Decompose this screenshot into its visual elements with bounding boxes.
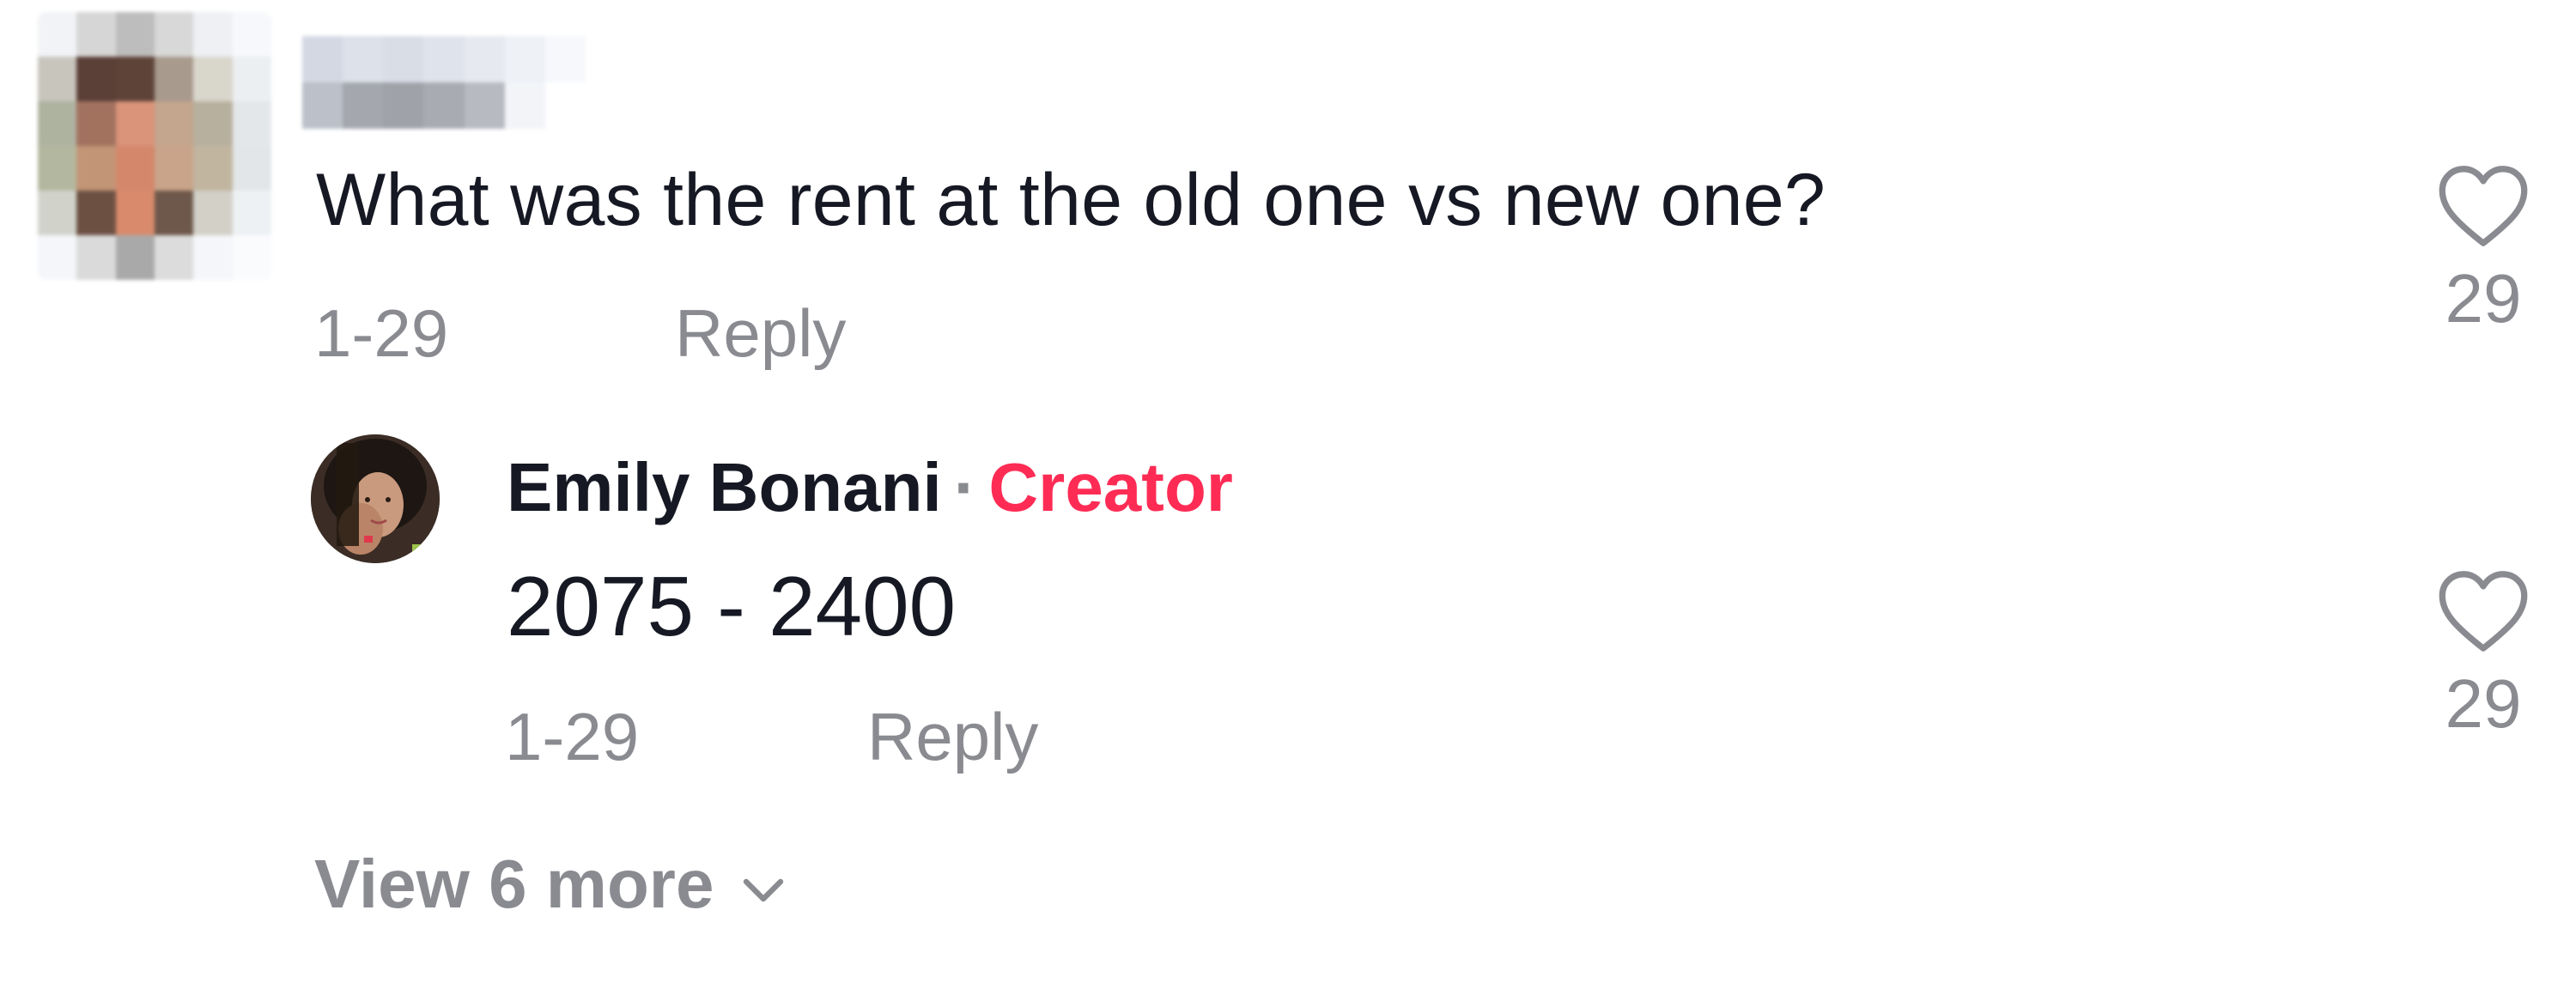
- reply-date: 1-29: [505, 699, 640, 774]
- reply-separator: ·: [953, 449, 977, 525]
- reply-like-count: 29: [2445, 665, 2522, 742]
- view-more-label: View 6 more: [314, 846, 714, 922]
- reply-author-name[interactable]: Emily Bonani: [507, 449, 942, 525]
- chevron-down-icon: [714, 841, 789, 927]
- commenter-avatar[interactable]: [38, 12, 271, 280]
- heart-outline-icon: [2435, 163, 2531, 249]
- heart-outline-icon: [2435, 568, 2531, 654]
- comment-reply-button[interactable]: Reply: [675, 290, 846, 376]
- reply-like-button[interactable]: 29: [2423, 568, 2543, 747]
- view-more-replies-button[interactable]: View 6 more: [314, 841, 789, 927]
- comment-date: 1-29: [314, 295, 449, 371]
- comment-like-count: 29: [2445, 260, 2522, 337]
- reply-text: 2075 - 2400: [507, 559, 957, 653]
- comment-like-button[interactable]: 29: [2423, 163, 2543, 342]
- commenter-username[interactable]: [302, 36, 586, 129]
- creator-badge: Creator: [988, 449, 1233, 525]
- comment-text: What was the rent at the old one vs new …: [316, 159, 1826, 241]
- creator-avatar[interactable]: [311, 434, 440, 563]
- reply-author-line: Emily Bonani · Creator: [507, 445, 1233, 531]
- reply-reply-button[interactable]: Reply: [867, 694, 1038, 780]
